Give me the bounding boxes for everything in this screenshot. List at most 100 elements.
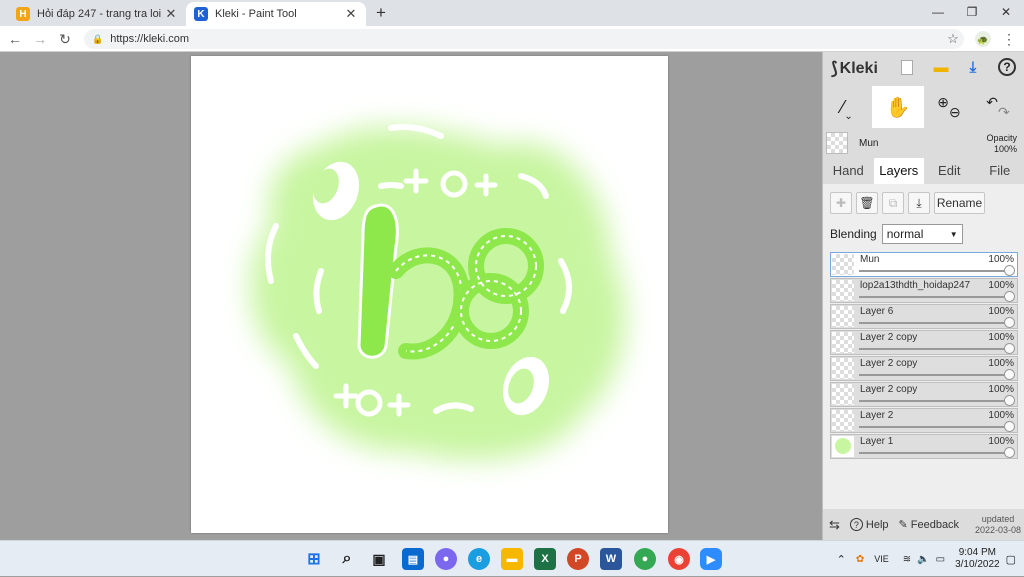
address-bar[interactable]: 🔒 https://kleki.com: [84, 29, 964, 49]
zoom-app-icon[interactable]: ▶: [700, 548, 722, 570]
layer-item-layer-2[interactable]: Layer 2 100%: [830, 408, 1018, 433]
close-tab-icon[interactable]: ✕: [344, 6, 358, 22]
battery-icon[interactable]: ▭: [936, 554, 945, 565]
feedback-button[interactable]: ✎ Feedback: [899, 518, 960, 531]
minimize-icon[interactable]: —: [926, 3, 950, 21]
layer-opacity-knob[interactable]: [1004, 421, 1015, 432]
merge-down-button[interactable]: ⤓: [908, 192, 930, 214]
current-layer-thumbnail: [826, 132, 848, 154]
layer-item-layer-1[interactable]: Layer 1 100%: [830, 434, 1018, 459]
edge-icon[interactable]: e: [468, 548, 490, 570]
add-layer-button[interactable]: ✚: [830, 192, 852, 214]
tab-title: Kleki - Paint Tool: [215, 8, 344, 20]
forward-icon[interactable]: →: [31, 30, 49, 48]
tab-file[interactable]: File: [975, 158, 1024, 184]
layer-opacity-slider[interactable]: [859, 426, 1009, 428]
layer-opacity-slider[interactable]: [859, 322, 1009, 324]
layer-opacity-slider[interactable]: [859, 452, 1009, 454]
wifi-icon[interactable]: ≋: [903, 554, 911, 565]
browser-tab-kleki[interactable]: K Kleki - Paint Tool ✕: [186, 2, 366, 26]
layer-item-layer-2-copy[interactable]: Layer 2 copy 100%: [830, 356, 1018, 381]
layer-opacity-slider[interactable]: [859, 400, 1009, 402]
help-button[interactable]: ? Help: [850, 518, 889, 531]
zoom-out-icon[interactable]: ⊖: [949, 104, 961, 121]
layer-item-lop2a13[interactable]: lop2a13thdth_hoidap247 100%: [830, 278, 1018, 303]
search-icon[interactable]: ⌕: [336, 548, 358, 570]
zoom-buttons[interactable]: ⊕ ⊖: [927, 86, 971, 128]
layer-opacity-knob[interactable]: [1004, 343, 1015, 354]
zoom-in-icon[interactable]: ⊕: [937, 94, 949, 111]
layer-opacity: 100%: [988, 332, 1014, 343]
widgets-icon[interactable]: ▤: [402, 548, 424, 570]
layer-opacity-knob[interactable]: [1004, 291, 1015, 302]
restore-icon[interactable]: ❐: [960, 3, 984, 21]
chevron-down-icon[interactable]: ⌄: [844, 111, 852, 122]
profile-avatar-icon[interactable]: 🐢: [975, 31, 991, 47]
chat-icon[interactable]: ●: [435, 548, 457, 570]
close-window-icon[interactable]: ✕: [994, 3, 1018, 21]
volume-icon[interactable]: 🔈: [917, 554, 929, 565]
new-tab-button[interactable]: +: [372, 4, 390, 22]
tab-layers[interactable]: Layers: [874, 158, 925, 184]
close-tab-icon[interactable]: ✕: [164, 6, 178, 22]
undo-redo-buttons[interactable]: ↶ ↷: [973, 86, 1023, 128]
browser-tab-strip: H Hỏi đáp 247 - trang tra loi ✕ K Kleki …: [0, 0, 1024, 26]
layer-item-layer-2-copy[interactable]: Layer 2 copy 100%: [830, 382, 1018, 407]
layer-opacity: 100%: [988, 306, 1014, 317]
file-explorer-icon[interactable]: ▬: [501, 548, 523, 570]
feedback-label: Feedback: [911, 519, 959, 531]
layer-item-mun[interactable]: Mun 100%: [830, 252, 1018, 277]
layer-opacity-slider[interactable]: [859, 296, 1009, 298]
excel-icon[interactable]: X: [534, 548, 556, 570]
hand-tool-button[interactable]: ✋: [872, 86, 924, 128]
layer-opacity-knob[interactable]: [1004, 369, 1015, 380]
layer-opacity-knob[interactable]: [1004, 447, 1015, 458]
layer-opacity-slider[interactable]: [859, 374, 1009, 376]
tray-app-icon[interactable]: ✿: [856, 554, 864, 565]
delete-layer-button[interactable]: 🗑: [856, 192, 878, 214]
panel-footer: ⇆ ? Help ✎ Feedback updated 2022-03-08: [823, 509, 1024, 540]
powerpoint-icon[interactable]: P: [567, 548, 589, 570]
canvas-workspace[interactable]: [0, 52, 822, 540]
layer-opacity-knob[interactable]: [1004, 317, 1015, 328]
chrome-icon[interactable]: ◉: [668, 548, 690, 570]
undo-icon[interactable]: ↶: [986, 94, 998, 111]
bookmark-star-icon[interactable]: ☆: [944, 30, 962, 48]
open-folder-icon[interactable]: ▬: [931, 58, 951, 78]
language-indicator[interactable]: VIE: [874, 554, 889, 564]
rename-layer-button[interactable]: Rename: [934, 192, 985, 214]
download-icon[interactable]: ⤓: [963, 58, 983, 78]
duplicate-layer-button[interactable]: ⧉: [882, 192, 904, 214]
clock[interactable]: 9:04 PM 3/10/2022: [955, 547, 1000, 571]
brush-tool-button[interactable]: ⁄ ⌄: [823, 86, 871, 128]
task-view-icon[interactable]: ▣: [368, 548, 390, 570]
tray-overflow-icon[interactable]: ⌃: [837, 553, 846, 566]
help-icon[interactable]: ?: [998, 58, 1016, 76]
layer-item-layer-6[interactable]: Layer 6 100%: [830, 304, 1018, 329]
tab-hand[interactable]: Hand: [823, 158, 874, 184]
browser-tab-hoidap[interactable]: H Hỏi đáp 247 - trang tra loi ✕: [8, 2, 186, 26]
blending-select[interactable]: normal ▼: [882, 224, 963, 244]
layer-opacity-knob[interactable]: [1004, 395, 1015, 406]
layer-name: lop2a13thdth_hoidap247: [860, 280, 970, 291]
redo-icon[interactable]: ↷: [998, 104, 1010, 121]
layer-opacity: 100%: [988, 436, 1014, 447]
kleki-logo[interactable]: ⟆ Kleki: [831, 59, 878, 79]
layer-opacity-slider[interactable]: [859, 270, 1009, 272]
chrome-profile-icon[interactable]: ●: [634, 548, 656, 570]
drawing-canvas[interactable]: [191, 56, 668, 533]
notification-icon[interactable]: ▢: [1006, 553, 1016, 566]
browser-menu-icon[interactable]: ⋮: [1000, 30, 1018, 48]
word-icon[interactable]: W: [600, 548, 622, 570]
windows-start-icon[interactable]: ⊞: [303, 548, 325, 570]
layer-thumbnail: [832, 254, 854, 275]
layer-item-layer-2-copy[interactable]: Layer 2 copy 100%: [830, 330, 1018, 355]
reload-icon[interactable]: ↻: [56, 30, 74, 48]
swap-sides-icon[interactable]: ⇆: [829, 517, 840, 533]
back-icon[interactable]: ←: [6, 30, 24, 48]
lock-icon: 🔒: [92, 34, 103, 45]
tab-edit[interactable]: Edit: [924, 158, 975, 184]
layer-opacity-slider[interactable]: [859, 348, 1009, 350]
layer-opacity-knob[interactable]: [1004, 265, 1015, 276]
new-file-icon[interactable]: [897, 58, 917, 78]
